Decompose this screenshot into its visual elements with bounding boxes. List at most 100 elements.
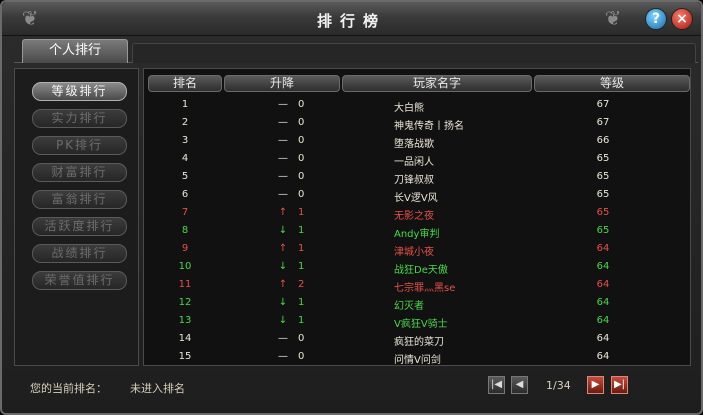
player-name-cell: 津城小夜 xyxy=(394,247,434,258)
header-player-name[interactable]: 玩家名字 xyxy=(342,75,532,92)
table-row[interactable]: 6 — 0 长V逻V风 65 xyxy=(148,186,688,204)
level-cell: 64 xyxy=(596,261,610,272)
level-cell: 65 xyxy=(596,171,610,182)
rank-cell: 9 xyxy=(181,243,189,254)
change-cell: 0 xyxy=(298,333,305,344)
change-arrow-icon: — xyxy=(278,117,288,128)
table-row[interactable]: 9 ↑ 1 津城小夜 64 xyxy=(148,240,688,258)
rank-cell: 12 xyxy=(178,297,192,308)
player-name-cell: 大白熊 xyxy=(394,103,424,114)
player-name-cell: 疯狂的菜刀 xyxy=(394,337,444,348)
current-rank-value: 未进入排名 xyxy=(130,382,185,395)
sidebar-item-strength[interactable]: 实力排行 xyxy=(32,109,127,128)
player-name-cell: 神鬼传奇丨扬名 xyxy=(394,121,464,132)
level-cell: 64 xyxy=(596,351,610,362)
player-name-cell: 刀锋叔叔 xyxy=(394,175,434,186)
first-page-button[interactable]: |◀ xyxy=(488,376,505,394)
change-cell: 1 xyxy=(298,297,305,308)
change-cell: 0 xyxy=(298,99,305,110)
change-cell: 0 xyxy=(298,171,305,182)
sidebar-item-pk[interactable]: PK排行 xyxy=(32,136,127,155)
table-row[interactable]: 11 ↑ 2 七宗罪灬黑se 64 xyxy=(148,276,688,294)
table-row[interactable]: 14 — 0 疯狂的菜刀 64 xyxy=(148,330,688,348)
tab-strip: 个人排行 xyxy=(14,39,698,63)
sidebar-item-activity[interactable]: 活跃度排行 xyxy=(32,217,127,236)
header-level[interactable]: 等级 xyxy=(534,75,690,92)
rank-cell: 6 xyxy=(181,189,189,200)
table-row[interactable]: 13 ↓ 1 V疯狂V骑士 64 xyxy=(148,312,688,330)
current-rank-label: 您的当前排名： xyxy=(30,382,107,395)
sidebar-item-level[interactable]: 等级排行 xyxy=(32,82,127,101)
level-cell: 65 xyxy=(596,207,610,218)
table-row[interactable]: 7 ↑ 1 无影之夜 65 xyxy=(148,204,688,222)
player-name-cell: 一品闲人 xyxy=(394,157,434,168)
player-name-cell: 长V逻V风 xyxy=(394,193,438,204)
change-cell: 1 xyxy=(298,225,305,236)
change-cell: 1 xyxy=(298,261,305,272)
table-row[interactable]: 2 — 0 神鬼传奇丨扬名 67 xyxy=(148,114,688,132)
change-cell: 1 xyxy=(298,243,305,254)
table-row[interactable]: 5 — 0 刀锋叔叔 65 xyxy=(148,168,688,186)
player-name-cell: Andy审判 xyxy=(394,229,440,240)
change-arrow-icon: — xyxy=(278,153,288,164)
table-row[interactable]: 1 — 0 大白熊 67 xyxy=(148,96,688,114)
level-cell: 67 xyxy=(596,117,610,128)
title-bar[interactable]: ❦ 排行榜 ❦ ? × xyxy=(2,2,701,36)
level-cell: 65 xyxy=(596,225,610,236)
tab-personal-ranking[interactable]: 个人排行 xyxy=(22,39,128,63)
change-arrow-icon: ↑ xyxy=(278,207,288,218)
rank-cell: 3 xyxy=(181,135,189,146)
level-cell: 66 xyxy=(596,135,610,146)
page-indicator: 1/34 xyxy=(546,379,571,392)
player-name-cell: 堕落战歌 xyxy=(394,139,434,150)
ranking-window: ❦ 排行榜 ❦ ? × 个人排行 等级排行 实力排行 PK排行 财富排行 富翁排… xyxy=(0,0,703,415)
header-change[interactable]: 升降 xyxy=(224,75,340,92)
sidebar-item-honor[interactable]: 荣誉值排行 xyxy=(32,271,127,290)
change-arrow-icon: — xyxy=(278,333,288,344)
table-row[interactable]: 4 — 0 一品闲人 65 xyxy=(148,150,688,168)
sidebar-item-rich[interactable]: 富翁排行 xyxy=(32,190,127,209)
close-button[interactable]: × xyxy=(671,8,693,30)
ranking-category-sidebar: 等级排行 实力排行 PK排行 财富排行 富翁排行 活跃度排行 战绩排行 荣誉值排… xyxy=(14,68,139,366)
change-arrow-icon: ↓ xyxy=(278,297,288,308)
level-cell: 64 xyxy=(596,279,610,290)
change-arrow-icon: — xyxy=(278,171,288,182)
next-page-button[interactable]: ▶ xyxy=(587,376,604,394)
change-cell: 0 xyxy=(298,189,305,200)
rank-cell: 7 xyxy=(181,207,189,218)
table-row[interactable]: 3 — 0 堕落战歌 66 xyxy=(148,132,688,150)
player-name-cell: 幻灭者 xyxy=(394,301,424,312)
table-row[interactable]: 15 — 0 问情V问剑 64 xyxy=(148,348,688,366)
level-cell: 64 xyxy=(596,243,610,254)
level-cell: 65 xyxy=(596,153,610,164)
wing-ornament-right-icon: ❦ xyxy=(604,6,622,30)
change-cell: 1 xyxy=(298,207,305,218)
table-row[interactable]: 8 ↓ 1 Andy审判 65 xyxy=(148,222,688,240)
header-rank[interactable]: 排名 xyxy=(148,75,222,92)
table-row[interactable]: 12 ↓ 1 幻灭者 64 xyxy=(148,294,688,312)
change-cell: 0 xyxy=(298,153,305,164)
help-button[interactable]: ? xyxy=(645,8,667,30)
level-cell: 64 xyxy=(596,297,610,308)
player-name-cell: 七宗罪灬黑se xyxy=(394,283,456,294)
player-name-cell: V疯狂V骑士 xyxy=(394,319,448,330)
rank-cell: 13 xyxy=(178,315,192,326)
rank-cell: 1 xyxy=(181,99,189,110)
rank-cell: 14 xyxy=(178,333,192,344)
table-row[interactable]: 10 ↓ 1 战狂De天傲 64 xyxy=(148,258,688,276)
level-cell: 67 xyxy=(596,99,610,110)
prev-page-button[interactable]: ◀ xyxy=(511,376,528,394)
rank-cell: 4 xyxy=(181,153,189,164)
change-arrow-icon: ↓ xyxy=(278,225,288,236)
change-arrow-icon: — xyxy=(278,189,288,200)
sidebar-item-wealth[interactable]: 财富排行 xyxy=(32,163,127,182)
last-page-button[interactable]: ▶| xyxy=(611,376,628,394)
rank-cell: 5 xyxy=(181,171,189,182)
tab-strip-background xyxy=(132,43,696,63)
ranking-table: 排名 升降 玩家名字 等级 1—0 大白熊 67 2—0 神鬼传奇丨扬名 67 3—0 堕落战… xyxy=(143,68,691,366)
sidebar-item-battle-record[interactable]: 战绩排行 xyxy=(32,244,127,263)
change-cell: 2 xyxy=(298,279,305,290)
player-name-cell: 问情V问剑 xyxy=(394,355,441,366)
change-arrow-icon: — xyxy=(278,351,288,362)
change-arrow-icon: ↓ xyxy=(278,261,288,272)
